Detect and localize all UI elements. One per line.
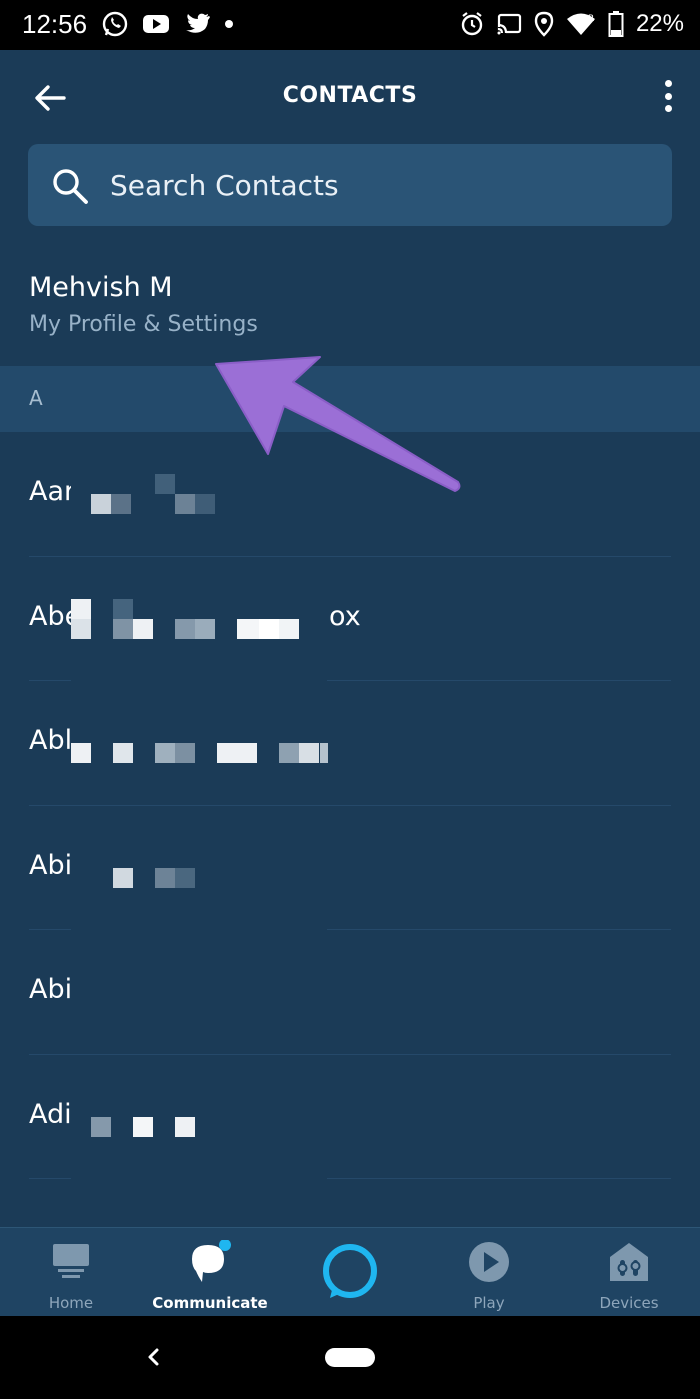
svg-text:R: R bbox=[588, 14, 594, 24]
contact-row[interactable]: Abe ox bbox=[29, 556, 671, 681]
contact-name: Abi bbox=[29, 849, 73, 881]
contact-row[interactable]: Abl bbox=[29, 681, 671, 806]
contact-list: Aar Abe ox Abl Abi Abi Adi bbox=[0, 432, 700, 1179]
page-title: CONTACTS bbox=[282, 83, 418, 108]
home-icon bbox=[53, 1244, 89, 1278]
section-letter: A bbox=[29, 386, 43, 410]
nav-play[interactable]: Play bbox=[429, 1228, 549, 1317]
nav-label-communicate: Communicate bbox=[152, 1294, 268, 1312]
redacted-name bbox=[71, 556, 327, 681]
youtube-icon bbox=[143, 15, 169, 33]
redacted-name bbox=[71, 432, 327, 556]
contacts-screen: CONTACTS Mehvish M My Profile & Settings… bbox=[0, 50, 700, 1316]
profile-entry[interactable]: Mehvish M My Profile & Settings bbox=[0, 250, 700, 364]
redacted-name bbox=[71, 805, 327, 930]
twitter-icon bbox=[186, 13, 210, 33]
contact-name: Abl bbox=[29, 725, 73, 756]
system-icons: R 22% bbox=[460, 10, 684, 38]
devices-icon bbox=[610, 1243, 648, 1281]
battery-icon bbox=[608, 11, 624, 37]
contact-name-suffix: ox bbox=[329, 600, 361, 632]
location-icon bbox=[534, 11, 554, 37]
contact-row[interactable]: Adi bbox=[29, 1054, 671, 1179]
status-bar: 12:56 R 22% bbox=[0, 0, 700, 50]
cast-icon bbox=[497, 13, 522, 35]
profile-settings-link: My Profile & Settings bbox=[29, 312, 258, 337]
contact-name: Abi bbox=[29, 974, 73, 1005]
play-icon bbox=[469, 1242, 509, 1282]
contact-name: Aar bbox=[29, 476, 76, 507]
redacted-name bbox=[71, 930, 327, 1054]
alarm-icon bbox=[461, 12, 483, 36]
search-input[interactable] bbox=[110, 144, 650, 226]
system-home-pill[interactable] bbox=[325, 1348, 375, 1367]
app-bar: CONTACTS bbox=[0, 50, 700, 144]
alexa-ring-icon[interactable] bbox=[320, 1242, 380, 1302]
battery-percent: 22% bbox=[635, 10, 684, 37]
nav-home[interactable]: Home bbox=[11, 1228, 131, 1317]
bottom-nav: Home Communicate Play Devices bbox=[0, 1227, 700, 1316]
nav-label-home: Home bbox=[48, 1294, 94, 1312]
status-time: 12:56 bbox=[22, 9, 88, 39]
nav-devices[interactable]: Devices bbox=[569, 1228, 689, 1317]
nav-communicate[interactable]: Communicate bbox=[150, 1228, 270, 1317]
notification-icons bbox=[102, 11, 234, 37]
redacted-name bbox=[71, 1054, 327, 1179]
search-box[interactable] bbox=[28, 144, 672, 226]
more-options-icon[interactable] bbox=[662, 76, 674, 116]
nav-label-play: Play bbox=[473, 1294, 505, 1312]
section-header: A bbox=[0, 366, 700, 432]
search-icon bbox=[53, 169, 88, 204]
profile-name: Mehvish M bbox=[29, 272, 173, 303]
system-nav-bar bbox=[0, 1316, 700, 1399]
contact-row[interactable]: Aar bbox=[29, 432, 671, 557]
redacted-name bbox=[71, 681, 328, 805]
dot-icon bbox=[225, 20, 233, 28]
contact-row[interactable]: Abi bbox=[29, 930, 671, 1055]
nav-label-devices: Devices bbox=[599, 1294, 659, 1312]
system-back-icon[interactable] bbox=[142, 1342, 164, 1372]
contact-row[interactable]: Abi bbox=[29, 805, 671, 930]
contact-name: Adi bbox=[29, 1098, 72, 1130]
whatsapp-icon bbox=[102, 11, 128, 37]
chat-bubble-icon bbox=[192, 1240, 231, 1282]
wifi-icon: R bbox=[566, 13, 595, 35]
